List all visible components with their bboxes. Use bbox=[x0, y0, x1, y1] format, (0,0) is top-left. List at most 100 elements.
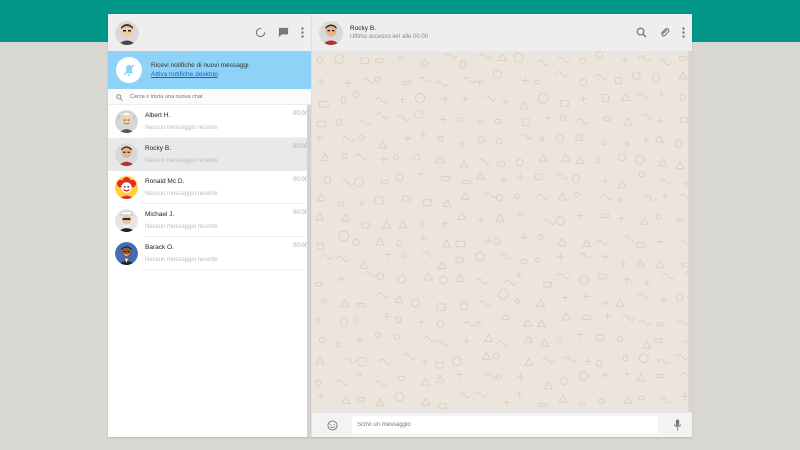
sidebar-scrollbar[interactable] bbox=[307, 105, 311, 437]
doodle-shape bbox=[656, 117, 664, 125]
doodle-shape bbox=[398, 95, 406, 103]
user-avatar[interactable] bbox=[115, 20, 139, 45]
doodle-shape bbox=[337, 201, 345, 207]
doodle-shape bbox=[439, 275, 448, 285]
michael-avatar bbox=[115, 209, 138, 232]
doodle-shape bbox=[420, 59, 429, 68]
search-input[interactable] bbox=[130, 93, 290, 100]
doodle-shape bbox=[316, 134, 324, 142]
doodle-shape bbox=[395, 173, 404, 182]
doodle-shape bbox=[579, 78, 588, 87]
doodle-shape bbox=[410, 298, 420, 308]
search-icon[interactable] bbox=[634, 26, 648, 40]
doodle-shape bbox=[442, 198, 453, 207]
contact-info[interactable]: Rocky B. Ultimo accesso ieri alle 00.00 bbox=[350, 25, 634, 40]
doodle-shape bbox=[537, 59, 550, 66]
message-input[interactable] bbox=[352, 416, 658, 434]
doodle-shape bbox=[675, 293, 684, 302]
doodle-shape bbox=[514, 299, 520, 305]
doodle-shape bbox=[493, 69, 503, 79]
contact-last-seen: Ultimo accesso ieri alle 00.00 bbox=[350, 34, 429, 40]
doodle-shape bbox=[561, 153, 571, 162]
doodle-shape bbox=[580, 94, 588, 102]
chat-item-albert[interactable]: Albert H. Nessun messaggio recente 00:00 bbox=[108, 105, 311, 138]
doodle-shape bbox=[398, 219, 408, 229]
doodle-shape bbox=[654, 338, 663, 344]
doodle-shape bbox=[658, 90, 666, 98]
chat-name: Albert H. bbox=[145, 111, 171, 119]
doodle-shape bbox=[556, 273, 570, 280]
doodle-shape bbox=[496, 374, 503, 379]
doodle-shape bbox=[318, 336, 326, 344]
doodle-shape bbox=[655, 238, 663, 246]
doodle-shape bbox=[602, 177, 610, 185]
doodle-shape bbox=[638, 319, 652, 326]
chat-time: 00:00 bbox=[292, 144, 308, 150]
doodle-shape bbox=[396, 240, 403, 247]
doodle-shape bbox=[477, 135, 485, 144]
contact-avatar[interactable] bbox=[319, 20, 343, 45]
emoji-icon[interactable] bbox=[325, 418, 339, 432]
chat-item-ronald[interactable]: Ronald Mc D. Nessun messaggio recente 00… bbox=[108, 171, 311, 204]
doodle-shape bbox=[495, 194, 503, 202]
doodle-shape bbox=[519, 100, 530, 110]
doodle-shape bbox=[598, 273, 608, 280]
doodle-shape bbox=[623, 276, 631, 284]
doodle-shape bbox=[675, 160, 685, 170]
doodle-shape bbox=[435, 80, 449, 87]
chat-item-barack[interactable]: Barack O. Nessun messaggio recente 00:00 bbox=[108, 237, 311, 270]
doodle-shape bbox=[598, 398, 605, 404]
chat-list: Albert H. Nessun messaggio recente 00:00 bbox=[108, 105, 311, 437]
doodle-shape bbox=[515, 271, 523, 279]
doodle-shape bbox=[563, 356, 577, 363]
chat-item-rocky[interactable]: Rocky B. Nessun messaggio recente 00:00 bbox=[108, 138, 311, 171]
doodle-shape bbox=[601, 213, 610, 218]
doodle-shape bbox=[543, 380, 554, 390]
doodle-shape bbox=[502, 314, 510, 320]
doodle-shape bbox=[483, 95, 497, 102]
doodle-shape bbox=[435, 361, 444, 369]
menu-icon[interactable] bbox=[299, 26, 305, 40]
albert-avatar bbox=[115, 110, 138, 133]
doodle-shape bbox=[375, 58, 384, 64]
doodle-shape bbox=[403, 353, 417, 360]
doodle-shape bbox=[515, 158, 524, 167]
doodle-shape bbox=[341, 153, 348, 159]
mic-icon[interactable] bbox=[670, 418, 684, 432]
doodle-shape bbox=[353, 317, 360, 323]
doodle-shape bbox=[679, 93, 686, 101]
chat-item-michael[interactable]: Michael J. Nessun messaggio recente 00:0… bbox=[108, 204, 311, 237]
doodle-shape bbox=[484, 192, 498, 199]
menu-icon[interactable] bbox=[680, 26, 686, 40]
doodle-shape bbox=[461, 179, 471, 185]
doodle-shape bbox=[620, 92, 631, 101]
doodle-shape bbox=[383, 312, 391, 320]
message-composer bbox=[312, 412, 692, 437]
chat-preview: Nessun messaggio recente bbox=[145, 157, 218, 164]
enable-notifications-link[interactable]: Attiva notifiche desktop bbox=[151, 70, 249, 79]
doodle-shape bbox=[558, 394, 568, 403]
doodle-shape bbox=[317, 78, 325, 86]
doodle-shape bbox=[401, 80, 412, 85]
attach-icon[interactable] bbox=[657, 26, 671, 40]
doodle-shape bbox=[422, 199, 432, 207]
doodle-shape bbox=[455, 117, 463, 122]
doodle-shape bbox=[420, 234, 428, 242]
new-chat-icon[interactable] bbox=[276, 26, 290, 40]
doodle-shape bbox=[535, 257, 541, 263]
doodle-shape bbox=[595, 239, 609, 246]
doodle-shape bbox=[571, 174, 581, 184]
doodle-shape bbox=[358, 134, 364, 141]
conversation-scrollbar[interactable] bbox=[688, 51, 692, 412]
doodle-shape bbox=[636, 241, 645, 248]
status-icon[interactable] bbox=[253, 26, 267, 40]
doodle-shape bbox=[676, 319, 690, 326]
doodle-shape bbox=[644, 195, 657, 201]
doodle-shape bbox=[557, 192, 568, 201]
doodle-shape bbox=[636, 93, 650, 99]
doodle-shape bbox=[555, 216, 566, 226]
doodle-shape bbox=[455, 256, 464, 263]
doodle-shape bbox=[456, 211, 467, 221]
doodle-shape bbox=[602, 140, 608, 146]
doodle-shape bbox=[402, 253, 408, 259]
